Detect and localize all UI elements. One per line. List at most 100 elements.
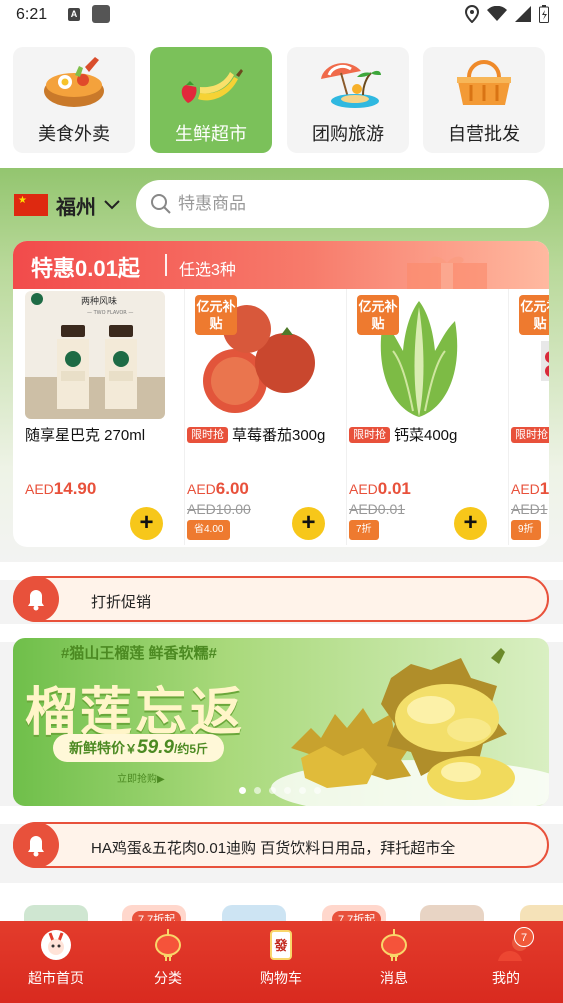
category-label: 生鲜超市 [175, 124, 247, 144]
subsidy-badge: 亿元补贴 [195, 295, 237, 335]
china-flag-icon: ★ [14, 194, 48, 216]
product-image: 两种风味 — TWO FLAVOR — [25, 291, 165, 419]
gift-box-icon [407, 256, 487, 289]
mahjong-cart-icon: 發 [270, 930, 292, 960]
carousel-dot-active [239, 787, 246, 794]
product-carousel[interactable]: 两种风味 — TWO FLAVOR — 随享星巴克 270ml AED14.90… [25, 289, 549, 547]
search-input[interactable] [178, 190, 518, 218]
product-old-price: AED0.01 [349, 501, 406, 517]
search-icon [151, 194, 171, 214]
category-group-travel[interactable]: 团购旅游 [287, 47, 409, 153]
product-price: AED0.01 [349, 479, 411, 498]
carousel-dot [269, 787, 276, 794]
beach-umbrella-icon [321, 63, 381, 108]
wifi-icon [487, 6, 507, 21]
banana-strawberry-icon [181, 69, 243, 103]
product-image-text: 两种风味 [81, 295, 117, 307]
product-card[interactable]: 亿元补贴 限时抢 AED1 AED1 9折 [511, 289, 549, 545]
marquee-notice-bar[interactable]: HA鸡蛋&五花肉0.01迪购 百货饮料日用品，拜托超市全 [13, 822, 549, 868]
save-tag: 省4.00 [187, 520, 231, 540]
product-name: 随享星巴克 270ml [25, 427, 146, 444]
city-name: 福州 [56, 196, 96, 219]
starbucks-bottles-image: 两种风味 — TWO FLAVOR — [25, 293, 165, 419]
tab-label: 购物车 [260, 970, 302, 986]
shopping-basket-icon [457, 60, 511, 105]
product-name: 限时抢 草莓番茄300g [187, 424, 337, 448]
search-bar[interactable] [136, 180, 549, 228]
status-time: 6:21 [16, 6, 48, 23]
product-name: 限时抢 [511, 424, 549, 448]
banner-buy-button[interactable]: 立即抢购▶ [117, 770, 165, 785]
category-label: 团购旅游 [312, 124, 384, 144]
notification-square-icon [92, 5, 110, 23]
add-to-cart-button[interactable]: + [292, 507, 325, 540]
tab-messages[interactable]: 消息 [338, 921, 450, 1003]
bell-icon [13, 576, 59, 622]
message-count-badge: 7 [514, 927, 534, 947]
carousel-dots [239, 787, 321, 794]
product-card[interactable]: 两种风味 — TWO FLAVOR — 随享星巴克 270ml AED14.90… [25, 289, 185, 545]
deal-subtitle: 任选3种 [179, 262, 236, 279]
tab-home[interactable]: 超市首页 [0, 921, 112, 1003]
product-price: AED6.00 [187, 479, 249, 498]
tab-label: 我的 [492, 970, 520, 986]
product-image: 亿元补贴 [187, 291, 327, 419]
tab-label: 超市首页 [28, 970, 84, 986]
chevron-down-icon [104, 200, 120, 210]
rabbit-home-icon [41, 930, 71, 960]
add-to-cart-button[interactable]: + [130, 507, 163, 540]
location-icon [465, 5, 479, 23]
lantern-message-icon [381, 929, 407, 961]
deal-title: 特惠0.01起 [31, 256, 140, 281]
notice-text: 打折促销 [91, 594, 152, 611]
subsidy-badge: 亿元补贴 [357, 295, 399, 335]
category-food-delivery[interactable]: 美食外卖 [13, 47, 135, 153]
product-old-price: AED10.00 [187, 501, 251, 517]
product-card[interactable]: 亿元补贴 限时抢 草莓番茄300g AED6.00 AED10.00 省4.00 … [187, 289, 347, 545]
tab-cart[interactable]: 發 购物车 [225, 921, 337, 1003]
tab-label: 消息 [380, 970, 408, 986]
discount-notice-bar[interactable]: 打折促销 [13, 576, 549, 622]
city-selector[interactable]: ★ 福州 [14, 192, 120, 219]
add-to-cart-button[interactable]: + [454, 507, 487, 540]
flash-sale-tag: 限时抢 [511, 427, 549, 443]
deal-divider [165, 254, 167, 276]
product-price: AED1 [511, 479, 549, 498]
carousel-dot [299, 787, 306, 794]
banner-price-pill: 新鲜特价￥59.9/约5斤 [53, 734, 225, 762]
tab-category[interactable]: 分类 [112, 921, 224, 1003]
signal-icon [515, 6, 531, 22]
notification-a-icon: A [68, 8, 80, 21]
category-label: 美食外卖 [38, 124, 110, 144]
category-wholesale[interactable]: 自营批发 [423, 47, 545, 153]
tab-label: 分类 [154, 970, 182, 986]
lantern-category-icon [155, 929, 181, 961]
category-row: 美食外卖 生鲜超市 团购旅游 自营批发 [0, 30, 563, 168]
bottom-tab-bar: 超市首页 分类 發 购物车 消息 我的 [0, 921, 563, 1003]
food-bowl-icon [44, 57, 104, 107]
flash-sale-tag: 限时抢 [187, 427, 228, 443]
save-tag: 7折 [349, 520, 379, 540]
product-image: 亿元补贴 [511, 291, 549, 419]
product-price: AED14.90 [25, 479, 97, 498]
category-label: 自营批发 [448, 124, 520, 144]
battery-icon [539, 5, 549, 23]
save-tag: 9折 [511, 520, 541, 540]
category-fresh-supermarket[interactable]: 生鲜超市 [150, 47, 272, 153]
tab-profile[interactable]: 我的 [450, 921, 562, 1003]
flash-sale-tag: 限时抢 [349, 427, 390, 443]
carousel-dot [314, 787, 321, 794]
bell-icon [13, 822, 59, 868]
carousel-dot [284, 787, 291, 794]
deal-header[interactable]: 特惠0.01起 任选3种 [13, 241, 549, 289]
status-icons [465, 5, 549, 23]
svg-text:發: 發 [273, 938, 287, 954]
durian-image [271, 648, 549, 806]
marquee-text: HA鸡蛋&五花肉0.01迪购 百货饮料日用品，拜托超市全 [91, 840, 456, 857]
product-image: 亿元补贴 [349, 291, 489, 419]
promo-banner[interactable]: #猫山王榴莲 鲜香软糯# 榴莲忘返 新鲜特价￥59.9/约5斤 立即抢购▶ [13, 638, 549, 806]
product-name: 限时抢 钙菜400g [349, 424, 499, 448]
product-card[interactable]: 亿元补贴 限时抢 钙菜400g AED0.01 AED0.01 7折 + [349, 289, 509, 545]
subsidy-badge: 亿元补贴 [519, 295, 549, 335]
product-old-price: AED1 [511, 501, 548, 517]
